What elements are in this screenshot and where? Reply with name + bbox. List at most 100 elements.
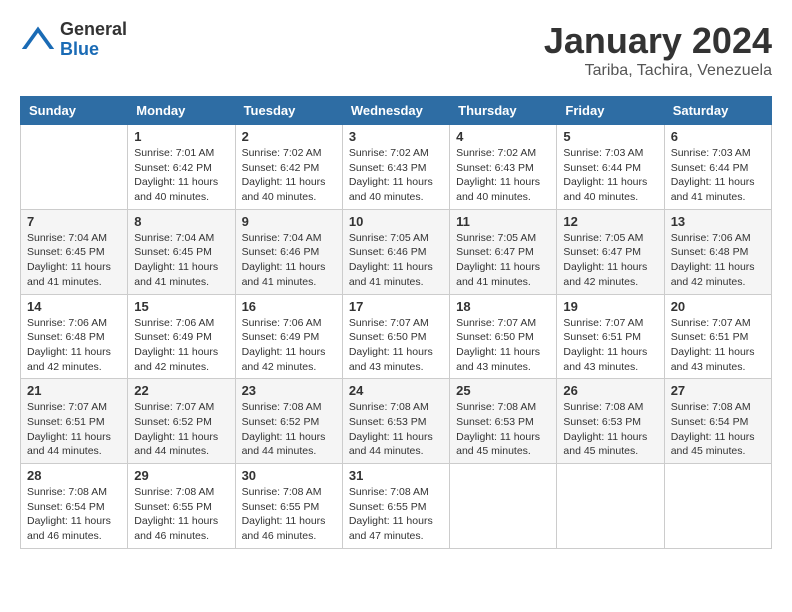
day-number: 18 xyxy=(456,299,550,314)
day-number: 8 xyxy=(134,214,228,229)
day-number: 15 xyxy=(134,299,228,314)
calendar-cell: 29 Sunrise: 7:08 AMSunset: 6:55 PMDaylig… xyxy=(128,464,235,549)
location-text: Tariba, Tachira, Venezuela xyxy=(544,62,772,80)
day-header-saturday: Saturday xyxy=(664,97,771,125)
day-number: 20 xyxy=(671,299,765,314)
calendar-cell: 14 Sunrise: 7:06 AMSunset: 6:48 PMDaylig… xyxy=(21,294,128,379)
calendar-cell: 31 Sunrise: 7:08 AMSunset: 6:55 PMDaylig… xyxy=(342,464,449,549)
day-info: Sunrise: 7:07 AMSunset: 6:50 PMDaylight:… xyxy=(349,317,433,373)
calendar-cell: 27 Sunrise: 7:08 AMSunset: 6:54 PMDaylig… xyxy=(664,379,771,464)
day-number: 10 xyxy=(349,214,443,229)
day-info: Sunrise: 7:06 AMSunset: 6:48 PMDaylight:… xyxy=(27,317,111,373)
day-info: Sunrise: 7:04 AMSunset: 6:45 PMDaylight:… xyxy=(134,232,218,288)
calendar-cell: 28 Sunrise: 7:08 AMSunset: 6:54 PMDaylig… xyxy=(21,464,128,549)
calendar-week-row: 21 Sunrise: 7:07 AMSunset: 6:51 PMDaylig… xyxy=(21,379,772,464)
calendar-cell: 13 Sunrise: 7:06 AMSunset: 6:48 PMDaylig… xyxy=(664,209,771,294)
day-info: Sunrise: 7:08 AMSunset: 6:55 PMDaylight:… xyxy=(134,486,218,542)
calendar-cell: 16 Sunrise: 7:06 AMSunset: 6:49 PMDaylig… xyxy=(235,294,342,379)
day-number: 5 xyxy=(563,129,657,144)
calendar-cell: 23 Sunrise: 7:08 AMSunset: 6:52 PMDaylig… xyxy=(235,379,342,464)
calendar-week-row: 1 Sunrise: 7:01 AMSunset: 6:42 PMDayligh… xyxy=(21,125,772,210)
day-info: Sunrise: 7:02 AMSunset: 6:43 PMDaylight:… xyxy=(349,147,433,203)
calendar-cell: 26 Sunrise: 7:08 AMSunset: 6:53 PMDaylig… xyxy=(557,379,664,464)
day-info: Sunrise: 7:05 AMSunset: 6:47 PMDaylight:… xyxy=(456,232,540,288)
page-header: General Blue January 2024 Tariba, Tachir… xyxy=(20,20,772,80)
calendar-cell: 11 Sunrise: 7:05 AMSunset: 6:47 PMDaylig… xyxy=(450,209,557,294)
calendar-cell: 3 Sunrise: 7:02 AMSunset: 6:43 PMDayligh… xyxy=(342,125,449,210)
day-number: 24 xyxy=(349,383,443,398)
day-number: 31 xyxy=(349,468,443,483)
calendar-cell: 12 Sunrise: 7:05 AMSunset: 6:47 PMDaylig… xyxy=(557,209,664,294)
day-number: 11 xyxy=(456,214,550,229)
day-number: 4 xyxy=(456,129,550,144)
day-info: Sunrise: 7:04 AMSunset: 6:45 PMDaylight:… xyxy=(27,232,111,288)
day-number: 21 xyxy=(27,383,121,398)
calendar-week-row: 14 Sunrise: 7:06 AMSunset: 6:48 PMDaylig… xyxy=(21,294,772,379)
calendar-cell: 21 Sunrise: 7:07 AMSunset: 6:51 PMDaylig… xyxy=(21,379,128,464)
logo-blue-text: Blue xyxy=(60,40,127,60)
day-header-tuesday: Tuesday xyxy=(235,97,342,125)
calendar-cell: 8 Sunrise: 7:04 AMSunset: 6:45 PMDayligh… xyxy=(128,209,235,294)
day-header-monday: Monday xyxy=(128,97,235,125)
calendar-cell: 9 Sunrise: 7:04 AMSunset: 6:46 PMDayligh… xyxy=(235,209,342,294)
title-block: January 2024 Tariba, Tachira, Venezuela xyxy=(544,20,772,80)
day-info: Sunrise: 7:05 AMSunset: 6:47 PMDaylight:… xyxy=(563,232,647,288)
day-number: 22 xyxy=(134,383,228,398)
calendar-cell: 1 Sunrise: 7:01 AMSunset: 6:42 PMDayligh… xyxy=(128,125,235,210)
calendar-cell: 4 Sunrise: 7:02 AMSunset: 6:43 PMDayligh… xyxy=(450,125,557,210)
calendar-cell: 30 Sunrise: 7:08 AMSunset: 6:55 PMDaylig… xyxy=(235,464,342,549)
day-info: Sunrise: 7:08 AMSunset: 6:53 PMDaylight:… xyxy=(456,401,540,457)
calendar-cell: 6 Sunrise: 7:03 AMSunset: 6:44 PMDayligh… xyxy=(664,125,771,210)
calendar-week-row: 7 Sunrise: 7:04 AMSunset: 6:45 PMDayligh… xyxy=(21,209,772,294)
day-number: 30 xyxy=(242,468,336,483)
calendar-cell: 2 Sunrise: 7:02 AMSunset: 6:42 PMDayligh… xyxy=(235,125,342,210)
day-info: Sunrise: 7:07 AMSunset: 6:51 PMDaylight:… xyxy=(27,401,111,457)
day-number: 7 xyxy=(27,214,121,229)
day-info: Sunrise: 7:07 AMSunset: 6:51 PMDaylight:… xyxy=(671,317,755,373)
day-header-wednesday: Wednesday xyxy=(342,97,449,125)
day-info: Sunrise: 7:08 AMSunset: 6:55 PMDaylight:… xyxy=(349,486,433,542)
logo-icon xyxy=(20,22,56,58)
day-info: Sunrise: 7:08 AMSunset: 6:53 PMDaylight:… xyxy=(563,401,647,457)
logo-text: General Blue xyxy=(60,20,127,60)
calendar-cell xyxy=(557,464,664,549)
day-info: Sunrise: 7:08 AMSunset: 6:55 PMDaylight:… xyxy=(242,486,326,542)
day-info: Sunrise: 7:06 AMSunset: 6:49 PMDaylight:… xyxy=(134,317,218,373)
day-info: Sunrise: 7:07 AMSunset: 6:50 PMDaylight:… xyxy=(456,317,540,373)
calendar-cell: 25 Sunrise: 7:08 AMSunset: 6:53 PMDaylig… xyxy=(450,379,557,464)
calendar-cell: 17 Sunrise: 7:07 AMSunset: 6:50 PMDaylig… xyxy=(342,294,449,379)
day-number: 25 xyxy=(456,383,550,398)
day-number: 14 xyxy=(27,299,121,314)
day-info: Sunrise: 7:02 AMSunset: 6:43 PMDaylight:… xyxy=(456,147,540,203)
day-number: 29 xyxy=(134,468,228,483)
day-info: Sunrise: 7:03 AMSunset: 6:44 PMDaylight:… xyxy=(671,147,755,203)
calendar-cell xyxy=(21,125,128,210)
calendar-table: SundayMondayTuesdayWednesdayThursdayFrid… xyxy=(20,96,772,549)
calendar-cell xyxy=(664,464,771,549)
calendar-header-row: SundayMondayTuesdayWednesdayThursdayFrid… xyxy=(21,97,772,125)
day-header-thursday: Thursday xyxy=(450,97,557,125)
calendar-cell: 10 Sunrise: 7:05 AMSunset: 6:46 PMDaylig… xyxy=(342,209,449,294)
day-info: Sunrise: 7:07 AMSunset: 6:51 PMDaylight:… xyxy=(563,317,647,373)
day-number: 26 xyxy=(563,383,657,398)
day-number: 1 xyxy=(134,129,228,144)
calendar-cell xyxy=(450,464,557,549)
day-header-friday: Friday xyxy=(557,97,664,125)
day-info: Sunrise: 7:08 AMSunset: 6:54 PMDaylight:… xyxy=(671,401,755,457)
day-number: 3 xyxy=(349,129,443,144)
day-number: 17 xyxy=(349,299,443,314)
day-number: 27 xyxy=(671,383,765,398)
day-number: 13 xyxy=(671,214,765,229)
day-header-sunday: Sunday xyxy=(21,97,128,125)
day-number: 23 xyxy=(242,383,336,398)
day-info: Sunrise: 7:08 AMSunset: 6:53 PMDaylight:… xyxy=(349,401,433,457)
day-info: Sunrise: 7:08 AMSunset: 6:54 PMDaylight:… xyxy=(27,486,111,542)
logo: General Blue xyxy=(20,20,127,60)
day-info: Sunrise: 7:06 AMSunset: 6:49 PMDaylight:… xyxy=(242,317,326,373)
calendar-cell: 18 Sunrise: 7:07 AMSunset: 6:50 PMDaylig… xyxy=(450,294,557,379)
day-info: Sunrise: 7:05 AMSunset: 6:46 PMDaylight:… xyxy=(349,232,433,288)
calendar-cell: 7 Sunrise: 7:04 AMSunset: 6:45 PMDayligh… xyxy=(21,209,128,294)
day-info: Sunrise: 7:01 AMSunset: 6:42 PMDaylight:… xyxy=(134,147,218,203)
day-number: 2 xyxy=(242,129,336,144)
day-number: 6 xyxy=(671,129,765,144)
